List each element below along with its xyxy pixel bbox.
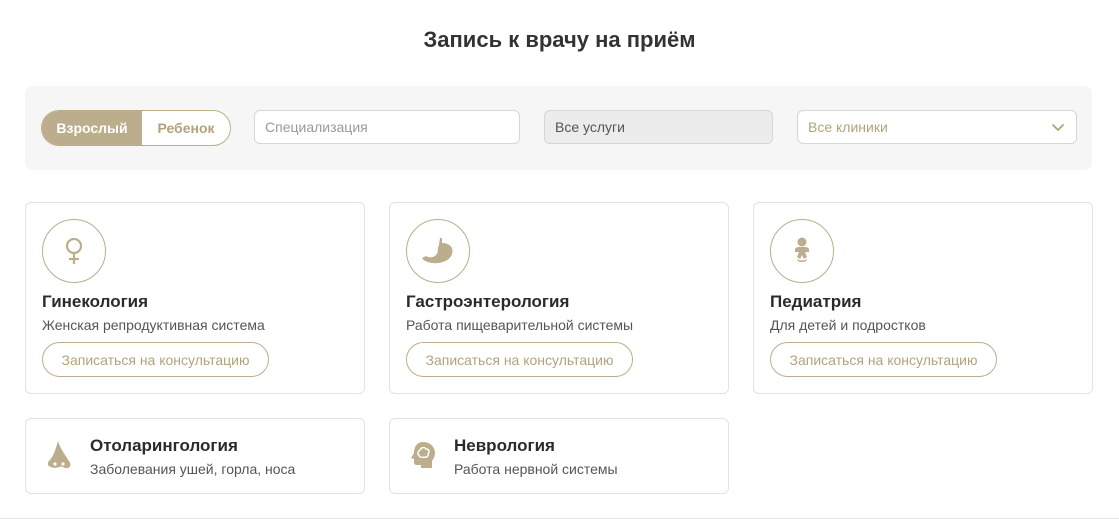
specialty-title: Отоларингология xyxy=(90,436,238,455)
specialty-card-neurology[interactable]: Неврология Работа нервной системы xyxy=(389,418,729,494)
specialty-subtitle: Заболевания ушей, горла, носа xyxy=(90,461,296,477)
toggle-child[interactable]: Ребенок xyxy=(142,111,230,145)
toggle-adult[interactable]: Взрослый xyxy=(42,111,142,145)
specialty-subtitle: Работа пищеварительной системы xyxy=(406,317,634,333)
book-consultation-button-gynecology[interactable]: Записаться на консультацию xyxy=(42,342,269,377)
specialty-card-otolaryngology[interactable]: Отоларингология Заболевания ушей, горла,… xyxy=(25,418,365,494)
specialty-icon-circle xyxy=(770,219,834,283)
specialty-title: Гинекология xyxy=(42,292,149,311)
specialty-subtitle: Работа нервной системы xyxy=(454,461,618,477)
chevron-down-icon xyxy=(1052,124,1064,131)
nose-icon xyxy=(47,441,71,469)
specialty-card-gastroenterology: Гастроэнтерология Работа пищеварительной… xyxy=(389,202,729,394)
specialty-icon xyxy=(408,437,438,473)
specialty-subtitle: Для детей и подростков xyxy=(770,317,926,333)
brain-head-icon xyxy=(411,442,435,468)
specialty-icon xyxy=(44,437,74,473)
services-select[interactable]: Все услуги xyxy=(544,110,773,144)
services-select-value: Все услуги xyxy=(555,119,625,135)
specialization-input[interactable] xyxy=(254,110,520,144)
clinics-select[interactable]: Все клиники xyxy=(797,110,1077,144)
clinics-select-value: Все клиники xyxy=(808,119,888,135)
female-symbol-icon xyxy=(65,237,83,264)
book-consultation-button-gastroenterology[interactable]: Записаться на консультацию xyxy=(406,342,633,377)
specialty-card-pediatrics: Педиатрия Для детей и подростков Записат… xyxy=(753,202,1093,394)
stomach-icon xyxy=(422,238,453,264)
specialty-subtitle: Женская репродуктивная система xyxy=(42,317,265,333)
specialty-title: Неврология xyxy=(454,436,555,455)
baby-icon xyxy=(795,237,809,262)
specialty-title: Педиатрия xyxy=(770,292,862,311)
patient-type-toggle: Взрослый Ребенок xyxy=(41,110,231,146)
divider xyxy=(0,518,1119,519)
specialty-icon-circle xyxy=(406,219,470,283)
book-consultation-button-pediatrics[interactable]: Записаться на консультацию xyxy=(770,342,997,377)
filter-bar: Взрослый Ребенок Все услуги Все клиники xyxy=(25,86,1092,170)
specialty-card-gynecology: Гинекология Женская репродуктивная систе… xyxy=(25,202,365,394)
page-title: Запись к врачу на приём xyxy=(423,27,696,52)
specialty-title: Гастроэнтерология xyxy=(406,292,570,311)
specialty-icon-circle xyxy=(42,219,106,283)
